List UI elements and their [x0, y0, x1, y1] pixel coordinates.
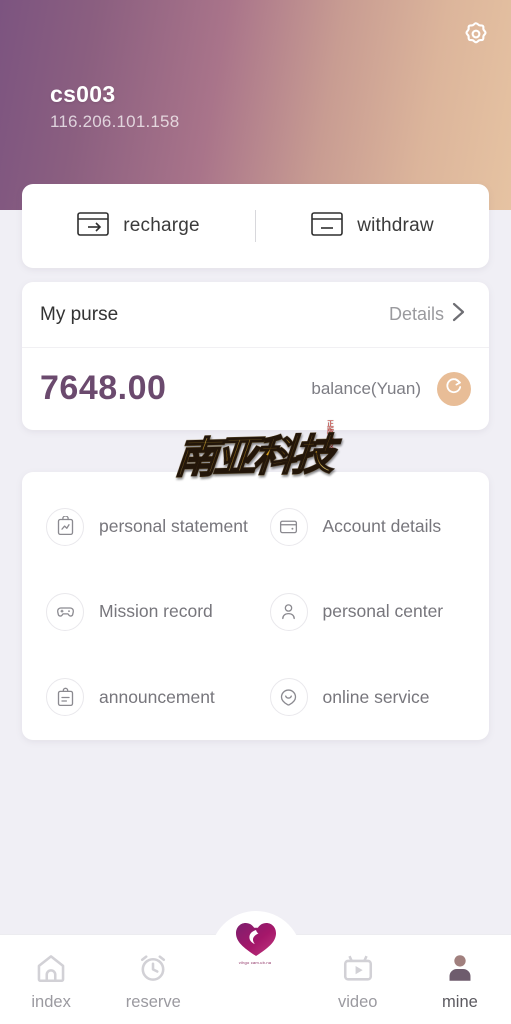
tab-index[interactable]: index	[0, 935, 102, 1024]
video-play-icon	[341, 949, 375, 987]
tab-center-logo[interactable]: vihgo cam.ub.na	[204, 911, 306, 1024]
user-info: cs003 116.206.101.158	[50, 80, 179, 134]
bottom-navigation: index reserve vihgo cam.ub.na video mine	[0, 911, 511, 1024]
menu-label: announcement	[99, 686, 215, 707]
profile-header: cs003 116.206.101.158	[0, 0, 511, 210]
menu-item-personal-statement[interactable]: personal statement	[22, 484, 256, 569]
card-arrow-right-icon	[77, 211, 110, 242]
wallet-icon	[269, 507, 308, 546]
menu-item-online-service[interactable]: online service	[256, 655, 490, 740]
menu-item-personal-center[interactable]: personal center	[256, 569, 490, 654]
tab-mine[interactable]: mine	[409, 935, 511, 1024]
tab-label: index	[31, 993, 71, 1011]
menu-label: personal statement	[99, 516, 248, 537]
purse-balance-row: 7648.00 balance(Yuan)	[22, 348, 489, 429]
menu-item-account-details[interactable]: Account details	[256, 484, 490, 569]
home-icon	[34, 949, 68, 987]
withdraw-label: withdraw	[357, 215, 434, 236]
refresh-balance-button[interactable]	[437, 371, 471, 406]
tab-label: mine	[442, 993, 478, 1011]
center-logo-subtext: vihgo cam.ub.na	[239, 960, 272, 965]
clipboard-chart-icon	[46, 507, 84, 546]
gear-icon	[461, 20, 491, 55]
clipboard-lines-icon	[46, 678, 84, 717]
recharge-label: recharge	[123, 215, 200, 236]
menu-item-announcement[interactable]: announcement	[22, 655, 256, 740]
chevron-right-icon	[450, 300, 467, 329]
menu-label: Mission record	[99, 601, 213, 622]
menu-grid: personal statement Account details Missi…	[22, 484, 489, 740]
balance-currency-label: balance(Yuan)	[311, 378, 421, 398]
username: cs003	[50, 81, 116, 107]
person-icon	[443, 949, 477, 987]
tab-label: reserve	[125, 993, 181, 1011]
headset-chat-icon	[269, 678, 308, 717]
mobile-app-screen: cs003 116.206.101.158 recharge withdraw …	[0, 0, 511, 1024]
tab-label: video	[337, 993, 378, 1011]
heart-logo-icon: vihgo cam.ub.na	[224, 919, 288, 979]
tab-reserve[interactable]: reserve	[102, 935, 204, 1024]
refresh-icon	[444, 376, 464, 401]
balance-amount: 7648.00	[40, 369, 167, 407]
user-icon	[269, 592, 308, 631]
menu-item-mission-record[interactable]: Mission record	[22, 569, 256, 654]
menu-label: online service	[322, 686, 430, 707]
purse-card: My purse Details 7648.00 balance(Yuan)	[22, 282, 489, 430]
purse-title: My purse	[40, 303, 119, 325]
purse-header: My purse Details	[22, 282, 489, 348]
tab-video[interactable]: video	[307, 935, 409, 1024]
quick-actions-card: recharge withdraw	[22, 184, 489, 268]
alarm-clock-icon	[136, 949, 170, 987]
menu-label: personal center	[322, 601, 444, 622]
withdraw-button[interactable]: withdraw	[256, 184, 489, 268]
gamepad-icon	[46, 592, 84, 631]
user-ip-address: 116.206.101.158	[50, 112, 180, 131]
menu-card: personal statement Account details Missi…	[22, 472, 489, 740]
details-label: Details	[388, 304, 444, 324]
settings-button[interactable]	[457, 18, 495, 56]
card-minus-icon	[311, 211, 344, 242]
purse-details-link[interactable]: Details	[389, 300, 467, 329]
menu-label: Account details	[322, 516, 442, 537]
recharge-button[interactable]: recharge	[22, 184, 255, 268]
